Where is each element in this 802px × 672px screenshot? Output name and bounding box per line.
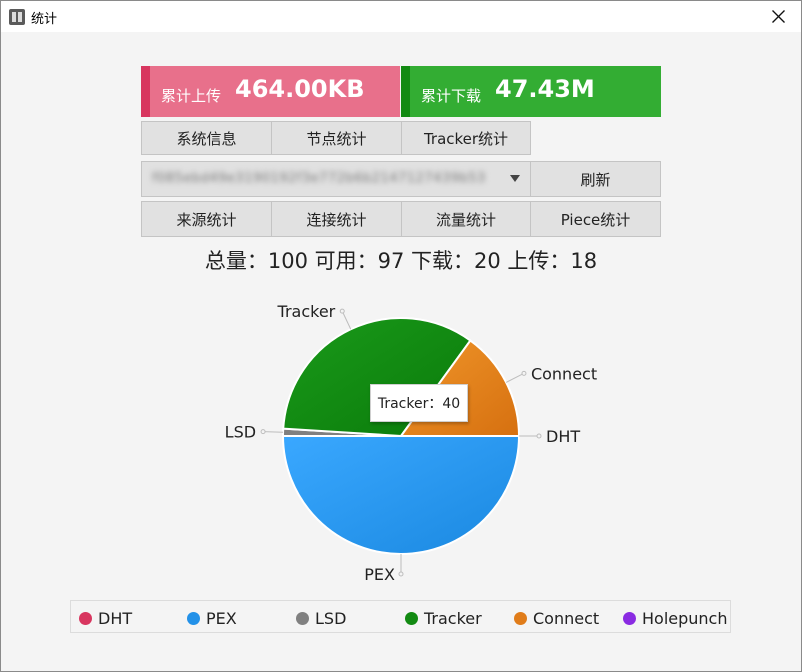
pie-slice-pex[interactable] xyxy=(281,435,521,555)
legend-item-pex: PEX xyxy=(187,608,237,628)
legend-item-connect: Connect xyxy=(514,608,599,628)
legend-label-dht: DHT xyxy=(98,608,133,628)
pie-label-lsd: LSD xyxy=(225,423,256,442)
pie-leader-connect xyxy=(505,372,525,383)
source-pie-chart: DHT PEX LSD Tracker Connect xyxy=(225,302,597,584)
legend-label-lsd: LSD xyxy=(315,608,347,628)
upload-accent-bar xyxy=(141,66,150,117)
legend-dot-lsd xyxy=(296,611,309,625)
legend-label-holepunch: Holepunch xyxy=(642,608,728,628)
legend-dot-pex xyxy=(187,611,200,625)
tab-tracker-stats[interactable]: Tracker统计 xyxy=(401,121,531,155)
tab-system-info[interactable]: 系统信息 xyxy=(141,121,272,155)
legend-label-pex: PEX xyxy=(206,608,237,628)
pie-leader-dot-tracker xyxy=(339,308,345,314)
legend-item-holepunch: Holepunch xyxy=(623,608,727,628)
pie-leader-tracker xyxy=(341,310,352,330)
pie-leader-dot-connect xyxy=(521,370,527,376)
close-button[interactable] xyxy=(755,1,801,32)
tab-connection-stats[interactable]: 连接统计 xyxy=(271,201,402,237)
download-accent-bar xyxy=(401,66,410,117)
window-title: 统计 xyxy=(31,12,58,27)
legend-item-tracker: Tracker xyxy=(405,608,482,628)
pie-leader-dot-lsd xyxy=(260,429,266,435)
summary-text: 总量：100 可用：97 下载：20 上传：18 xyxy=(204,249,598,273)
legend-dot-holepunch xyxy=(623,611,636,625)
pie-leader-dot-dht xyxy=(536,433,542,439)
legend-dot-dht xyxy=(79,611,92,625)
chart-legend: DHT PEX LSD Tracker Connect Holepunch xyxy=(70,600,731,633)
pie-label-connect: Connect xyxy=(531,364,597,383)
pie-label-pex: PEX xyxy=(364,565,395,584)
pie-leader-lsd xyxy=(263,431,284,433)
pie-leader-dot-pex xyxy=(398,571,404,577)
slice-tooltip: Tracker：40 xyxy=(370,384,468,422)
download-total-label: 累计下载 xyxy=(421,87,482,105)
upload-total-label: 累计上传 xyxy=(161,87,222,105)
download-total-value: 47.43M xyxy=(495,75,595,103)
legend-label-tracker: Tracker xyxy=(424,608,482,628)
legend-item-lsd: LSD xyxy=(296,608,346,628)
tab-source-stats[interactable]: 来源统计 xyxy=(141,201,272,237)
chevron-down-icon xyxy=(510,175,520,182)
tab-piece-stats[interactable]: Piece统计 xyxy=(530,201,661,237)
torrent-hash-select[interactable]: f085ebd49e3190192f3e772b6b2147127439b53 xyxy=(141,161,531,197)
pie-label-dht: DHT xyxy=(546,427,580,446)
upload-total-panel: 累计上传 464.00KB xyxy=(141,66,400,117)
pie-label-tracker: Tracker xyxy=(277,302,336,321)
download-total-panel: 累计下载 47.43M xyxy=(401,66,661,117)
close-icon xyxy=(772,10,785,23)
tab-traffic-stats[interactable]: 流量统计 xyxy=(401,201,531,237)
legend-dot-tracker xyxy=(405,611,418,625)
torrent-hash-value: f085ebd49e3190192f3e772b6b2147127439b53 xyxy=(152,171,486,186)
app-icon xyxy=(9,9,25,25)
legend-dot-connect xyxy=(514,611,527,625)
legend-item-dht: DHT xyxy=(79,608,132,628)
title-bar: 统计 xyxy=(1,1,801,32)
legend-label-connect: Connect xyxy=(533,608,600,628)
upload-total-value: 464.00KB xyxy=(235,75,365,103)
tab-node-stats[interactable]: 节点统计 xyxy=(271,121,402,155)
refresh-button[interactable]: 刷新 xyxy=(530,161,661,197)
